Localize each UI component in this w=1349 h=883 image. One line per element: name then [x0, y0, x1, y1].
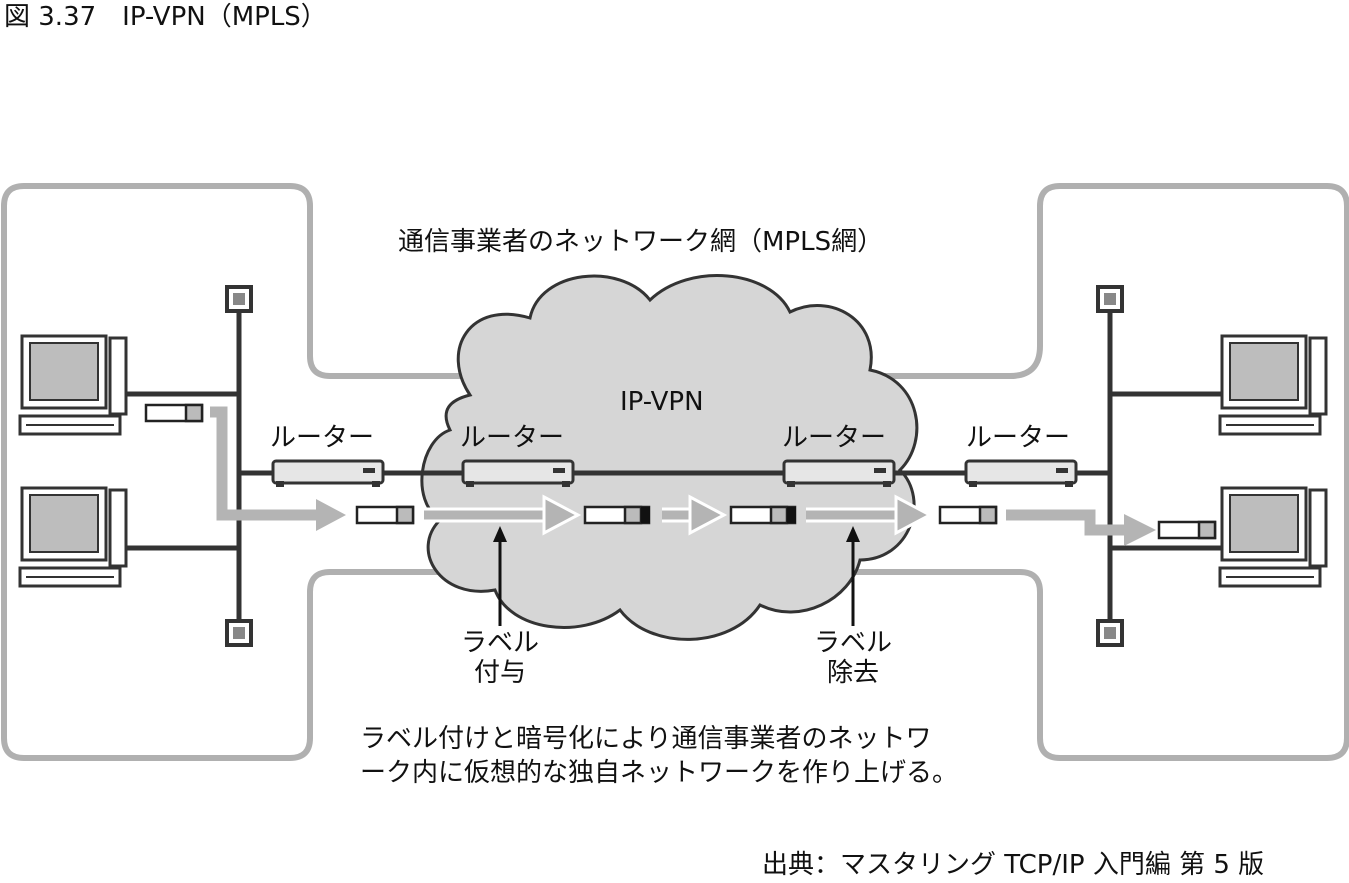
left-lan: [126, 285, 253, 647]
router-label: ルーター: [460, 423, 565, 453]
carrier-network-label: 通信事業者のネットワーク網（MPLS網）: [398, 227, 884, 257]
label-add-text: ラベル 付与: [455, 628, 545, 688]
figure-caption: ラベル付けと暗号化により通信事業者のネットワ ーク内に仮想的な独自ネットワークを…: [360, 722, 1040, 790]
label-remove-text: ラベル 除去: [808, 628, 898, 688]
packet: [355, 505, 415, 525]
packet: [1157, 520, 1217, 540]
router: [782, 459, 896, 487]
router: [271, 459, 385, 487]
right-lan: [1096, 285, 1222, 647]
labeled-packet: [583, 505, 651, 525]
router-label: ルーター: [270, 423, 375, 453]
flow-arrow-head: [1124, 514, 1156, 546]
source-credit: 出典：マスタリング TCP/IP 入門編 第 5 版: [762, 850, 1265, 880]
ipvpn-cloud: [420, 274, 919, 641]
computer-icon: [18, 334, 128, 436]
computer-icon: [18, 486, 128, 588]
label-add-line2: 付与: [473, 658, 526, 688]
router-label: ルーター: [782, 423, 887, 453]
computer-icon: [1218, 486, 1328, 588]
computer-icon: [1218, 334, 1328, 436]
flow-arrow-head: [316, 499, 346, 531]
label-remove-line1: ラベル: [813, 628, 892, 658]
packet: [938, 505, 998, 525]
caption-line: ーク内に仮想的な独自ネットワークを作り上げる。: [360, 758, 959, 788]
labeled-packet: [729, 505, 797, 525]
caption-line: ラベル付けと暗号化により通信事業者のネットワ: [360, 724, 932, 754]
router-label: ルーター: [966, 423, 1071, 453]
router: [964, 459, 1078, 487]
packet: [144, 403, 204, 423]
figure-title: 図 3.37 IP-VPN（MPLS）: [4, 2, 327, 32]
ipvpn-label: IP-VPN: [620, 387, 704, 417]
router: [461, 459, 575, 487]
label-add-line1: ラベル: [460, 628, 539, 658]
label-remove-line2: 除去: [826, 658, 879, 688]
